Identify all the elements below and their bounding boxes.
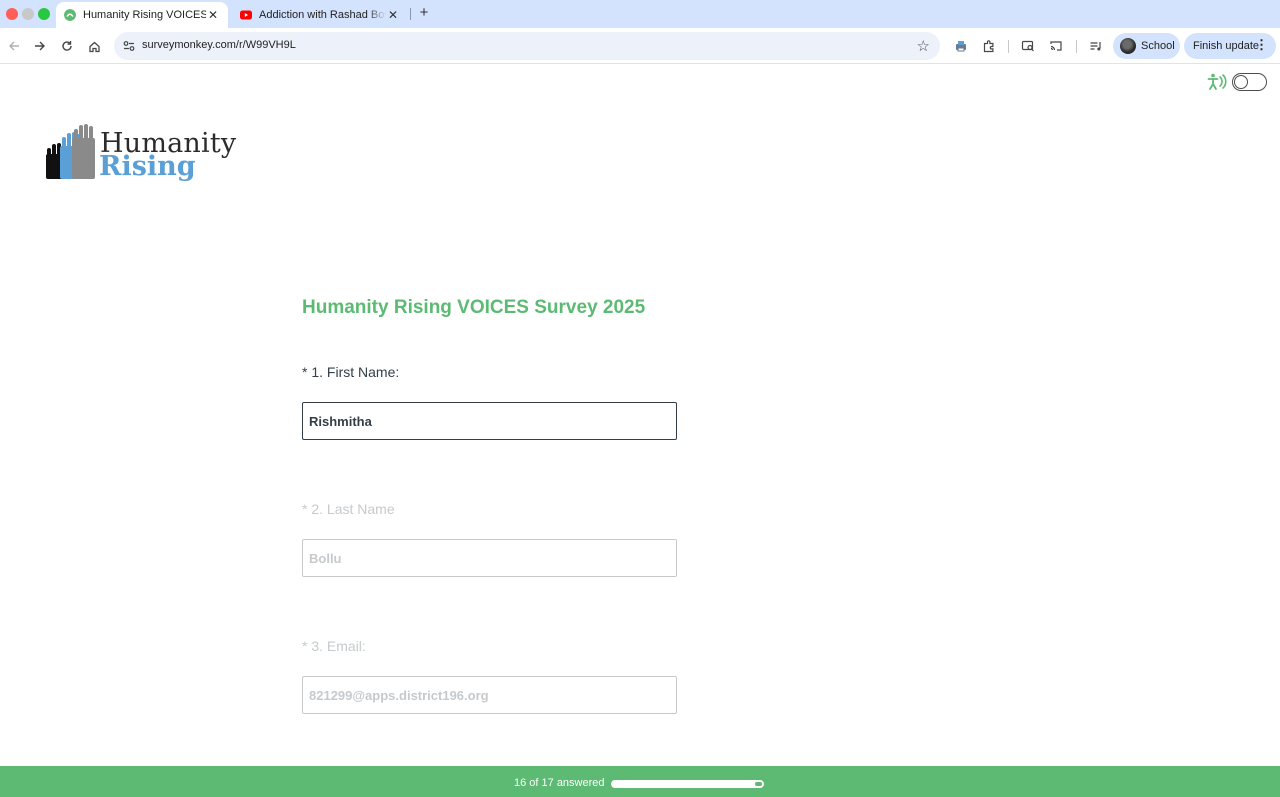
- progress-bar: [611, 780, 764, 788]
- screen-search-icon: [1021, 40, 1034, 52]
- url-text[interactable]: surveymonkey.com/r/W99VH9L: [142, 39, 296, 51]
- progress-text: 16 of 17 answered: [514, 777, 605, 789]
- window-close-button[interactable]: [6, 8, 18, 20]
- tab-separator: [410, 8, 411, 20]
- site-settings-icon[interactable]: [122, 39, 136, 53]
- address-bar[interactable]: surveymonkey.com/r/W99VH9L ☆: [114, 32, 940, 60]
- bookmark-star-icon[interactable]: ☆: [917, 37, 930, 55]
- last-name-input[interactable]: Bollu: [302, 539, 677, 577]
- reload-button[interactable]: [57, 36, 77, 56]
- arrow-left-icon: [9, 41, 19, 51]
- question-label-last-name: * 2. Last Name: [302, 501, 395, 517]
- playlist-music-icon: [1090, 42, 1101, 51]
- forward-button[interactable]: [30, 36, 50, 56]
- toolbar-divider: [1076, 40, 1077, 53]
- browser-toolbar: surveymonkey.com/r/W99VH9L ☆ School Fini…: [0, 28, 1280, 64]
- profile-button[interactable]: School: [1113, 33, 1180, 59]
- toggle-knob: [1234, 74, 1248, 89]
- cast-button[interactable]: [1046, 36, 1066, 56]
- lens-search-button[interactable]: [1018, 36, 1038, 56]
- tab-title: Humanity Rising VOICES Surv: [83, 9, 206, 21]
- email-input[interactable]: 821299@apps.district196.org: [302, 676, 677, 714]
- question-label-first-name: * 1. First Name:: [302, 364, 400, 380]
- media-controls-button[interactable]: [1086, 36, 1106, 56]
- puzzle-icon: [983, 40, 994, 53]
- youtube-icon: [240, 10, 252, 20]
- tab-title: Addiction with Rashad Bowtie: [259, 9, 386, 21]
- close-tab-icon[interactable]: ✕: [386, 8, 400, 22]
- survey-title: Humanity Rising VOICES Survey 2025: [302, 297, 646, 318]
- window-zoom-button[interactable]: [38, 8, 50, 20]
- question-label-email: * 3. Email:: [302, 638, 366, 654]
- surveymonkey-icon: [64, 9, 76, 21]
- update-label: Finish update: [1193, 40, 1260, 52]
- toolbar-divider: [1008, 40, 1009, 53]
- logo-text-rising: Rising: [99, 151, 196, 182]
- finish-update-button[interactable]: Finish update ⋮: [1184, 33, 1276, 59]
- new-tab-button[interactable]: +: [416, 4, 432, 22]
- home-icon: [88, 41, 100, 52]
- extensions-button[interactable]: [979, 36, 999, 56]
- tab-humanity-rising[interactable]: Humanity Rising VOICES Surv ✕: [56, 2, 228, 28]
- progress-bar-fill: [612, 781, 754, 787]
- window-minimize-button[interactable]: [22, 8, 34, 20]
- profile-label: School: [1141, 40, 1175, 52]
- tab-strip: Humanity Rising VOICES Surv ✕ Addiction …: [0, 0, 1280, 28]
- home-button[interactable]: [84, 36, 104, 56]
- close-tab-icon[interactable]: ✕: [206, 8, 220, 22]
- first-name-input[interactable]: Rishmitha: [302, 402, 677, 440]
- back-button[interactable]: [4, 36, 24, 56]
- printer-extension-icon: [956, 41, 966, 52]
- accessibility-icon[interactable]: [1206, 72, 1228, 92]
- progress-footer: 16 of 17 answered: [0, 766, 1280, 797]
- avatar: [1120, 38, 1136, 54]
- reload-icon: [62, 41, 72, 51]
- accessibility-toggle[interactable]: [1232, 73, 1267, 91]
- tab-youtube[interactable]: Addiction with Rashad Bowtie ✕: [232, 2, 408, 28]
- more-vertical-icon[interactable]: ⋮: [1255, 37, 1268, 53]
- progress-bar-remaining: [755, 782, 762, 786]
- cast-icon: [1050, 41, 1062, 51]
- arrow-right-icon: [35, 41, 45, 51]
- extension-button[interactable]: [951, 36, 971, 56]
